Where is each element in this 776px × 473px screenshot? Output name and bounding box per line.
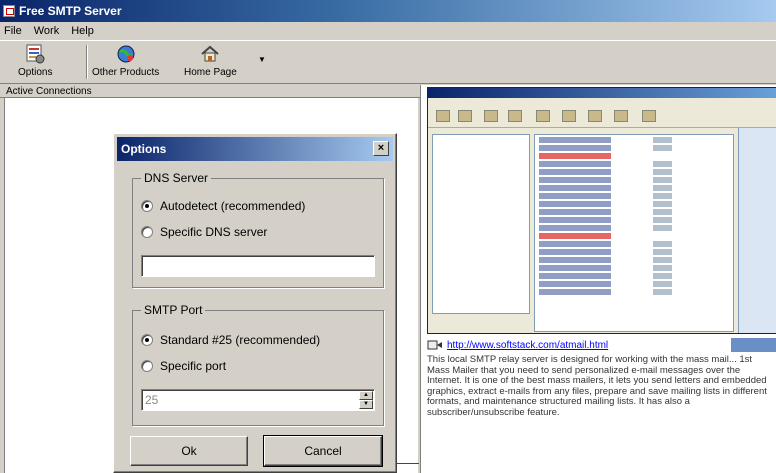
menu-bar: File Work Help xyxy=(0,22,776,40)
options-button-label: Options xyxy=(18,67,53,78)
close-icon[interactable]: × xyxy=(373,141,389,156)
dialog-title: Options xyxy=(121,142,167,156)
home-page-button[interactable]: Home Page xyxy=(184,43,237,81)
chevron-up-icon[interactable]: ▲ xyxy=(359,391,373,400)
port-value: 25 xyxy=(145,393,159,407)
dns-specific-radio[interactable] xyxy=(141,226,153,238)
dns-autodetect-label: Autodetect (recommended) xyxy=(160,199,306,213)
smtp-specific-radio[interactable] xyxy=(141,360,153,372)
promo-description: This local SMTP relay server is designed… xyxy=(427,354,767,418)
window-title: Free SMTP Server xyxy=(19,4,122,18)
smtp-port-group: SMTP Port Standard #25 (recommended) Spe… xyxy=(132,303,384,426)
smtp-standard-label: Standard #25 (recommended) xyxy=(160,333,321,347)
menu-file[interactable]: File xyxy=(4,25,22,37)
options-dialog: Options × DNS Server Autodetect (recomme… xyxy=(113,133,397,473)
port-spin-buttons[interactable]: ▲ ▼ xyxy=(359,391,373,409)
cancel-button[interactable]: Cancel xyxy=(263,435,383,467)
home-icon xyxy=(199,43,221,65)
dns-specific-label: Specific DNS server xyxy=(160,225,268,239)
smtp-specific-option[interactable]: Specific port xyxy=(141,359,226,373)
menu-help[interactable]: Help xyxy=(71,25,94,37)
promo-pane: http://www.softstack.com/atmail.html Thi… xyxy=(420,85,776,473)
dialog-titlebar: Options × xyxy=(117,137,393,161)
ok-button[interactable]: Ok xyxy=(130,436,248,466)
promo-link[interactable]: http://www.softstack.com/atmail.html xyxy=(447,340,608,351)
other-products-label: Other Products xyxy=(92,67,160,78)
dns-server-group: DNS Server Autodetect (recommended) Spec… xyxy=(132,171,384,288)
menu-work[interactable]: Work xyxy=(34,25,59,37)
port-stepper[interactable]: 25 ▲ ▼ xyxy=(141,389,375,411)
dns-specific-option[interactable]: Specific DNS server xyxy=(141,225,267,239)
dns-server-input[interactable] xyxy=(141,255,375,277)
toolbar: Options Other Products Home Page ▼ xyxy=(0,40,776,84)
cancel-button-label: Cancel xyxy=(304,444,342,458)
promo-banner-button[interactable] xyxy=(731,338,776,352)
dns-autodetect-option[interactable]: Autodetect (recommended) xyxy=(141,199,305,213)
smtp-standard-option[interactable]: Standard #25 (recommended) xyxy=(141,333,320,347)
smtp-standard-radio[interactable] xyxy=(141,334,153,346)
active-connections-header: Active Connections xyxy=(0,85,420,98)
chevron-down-icon[interactable]: ▼ xyxy=(258,55,266,64)
options-icon xyxy=(24,43,46,65)
globe-icon xyxy=(115,43,137,65)
app-icon xyxy=(3,5,15,17)
dns-server-legend: DNS Server xyxy=(141,171,212,185)
other-products-button[interactable]: Other Products xyxy=(92,43,159,81)
home-page-label: Home Page xyxy=(184,67,237,78)
promo-link-row: http://www.softstack.com/atmail.html xyxy=(427,338,776,352)
smtp-port-legend: SMTP Port xyxy=(141,303,206,317)
chevron-down-icon[interactable]: ▼ xyxy=(359,400,373,409)
dns-autodetect-radio[interactable] xyxy=(141,200,153,212)
ok-button-label: Ok xyxy=(181,444,197,458)
window-titlebar: Free SMTP Server xyxy=(0,0,776,22)
link-icon xyxy=(427,340,443,350)
options-button[interactable]: Options xyxy=(18,43,52,81)
toolbar-separator xyxy=(86,45,88,79)
smtp-specific-label: Specific port xyxy=(160,359,227,373)
product-screenshot xyxy=(427,87,776,334)
